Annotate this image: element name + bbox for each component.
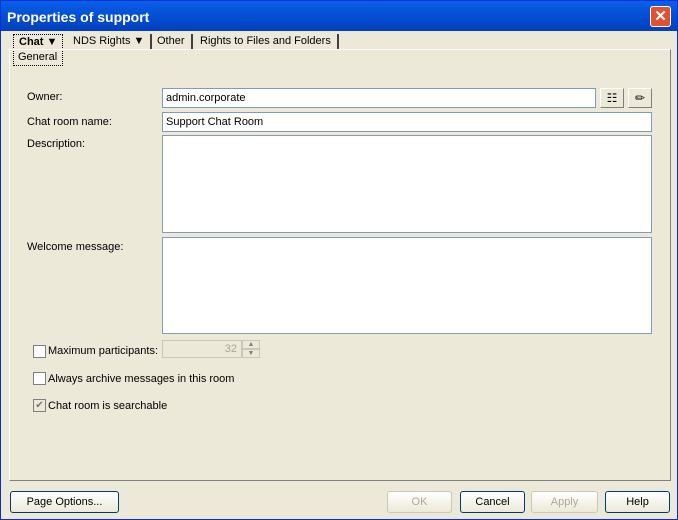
edit-pencil-icon[interactable]: ✏ (628, 88, 652, 108)
ok-button[interactable]: OK (387, 491, 452, 513)
owner-input[interactable]: admin.corporate (162, 88, 596, 108)
tab-rights-to-files[interactable]: Rights to Files and Folders (194, 34, 339, 50)
cancel-button[interactable]: Cancel (460, 491, 525, 513)
max-participants-checkbox[interactable] (33, 345, 46, 358)
archive-label: Always archive messages in this room (48, 373, 235, 385)
description-label: Description: (27, 138, 86, 150)
spin-up-icon[interactable]: ▲ (242, 340, 260, 349)
searchable-label: Chat room is searchable (48, 400, 168, 412)
welcome-message-label: Welcome message: (27, 241, 124, 253)
welcome-message-textarea[interactable] (162, 237, 652, 334)
tab-other[interactable]: Other (151, 34, 193, 50)
help-button[interactable]: Help (605, 491, 670, 513)
chat-room-name-input[interactable]: Support Chat Room (162, 112, 652, 132)
chevron-down-icon: ▼ (46, 36, 58, 48)
tab-label: NDS Rights (73, 35, 131, 47)
close-button[interactable]: ✕ (650, 6, 671, 27)
spin-down-icon[interactable]: ▼ (242, 349, 260, 358)
browse-tree-icon[interactable]: ☷ (600, 88, 624, 108)
window-title: Properties of support (7, 9, 150, 25)
archive-checkbox[interactable] (33, 372, 46, 385)
chat-room-name-label: Chat room name: (27, 116, 112, 128)
tab-label: Chat (19, 36, 44, 48)
apply-button[interactable]: Apply (531, 491, 598, 513)
searchable-checkbox[interactable]: ✔ (33, 399, 46, 412)
tab-nds-rights[interactable]: NDS Rights ▼ (67, 34, 153, 50)
page-options-button[interactable]: Page Options... (10, 491, 119, 513)
owner-label: Owner: (27, 91, 63, 103)
max-participants-input[interactable]: 32 (162, 340, 242, 358)
title-bar: Properties of support ✕ (1, 1, 677, 31)
max-participants-label: Maximum participants: (48, 345, 159, 357)
properties-dialog: Properties of support ✕ Chat ▼ General N… (0, 0, 678, 520)
description-textarea[interactable] (162, 135, 652, 233)
chevron-down-icon: ▼ (133, 35, 145, 47)
